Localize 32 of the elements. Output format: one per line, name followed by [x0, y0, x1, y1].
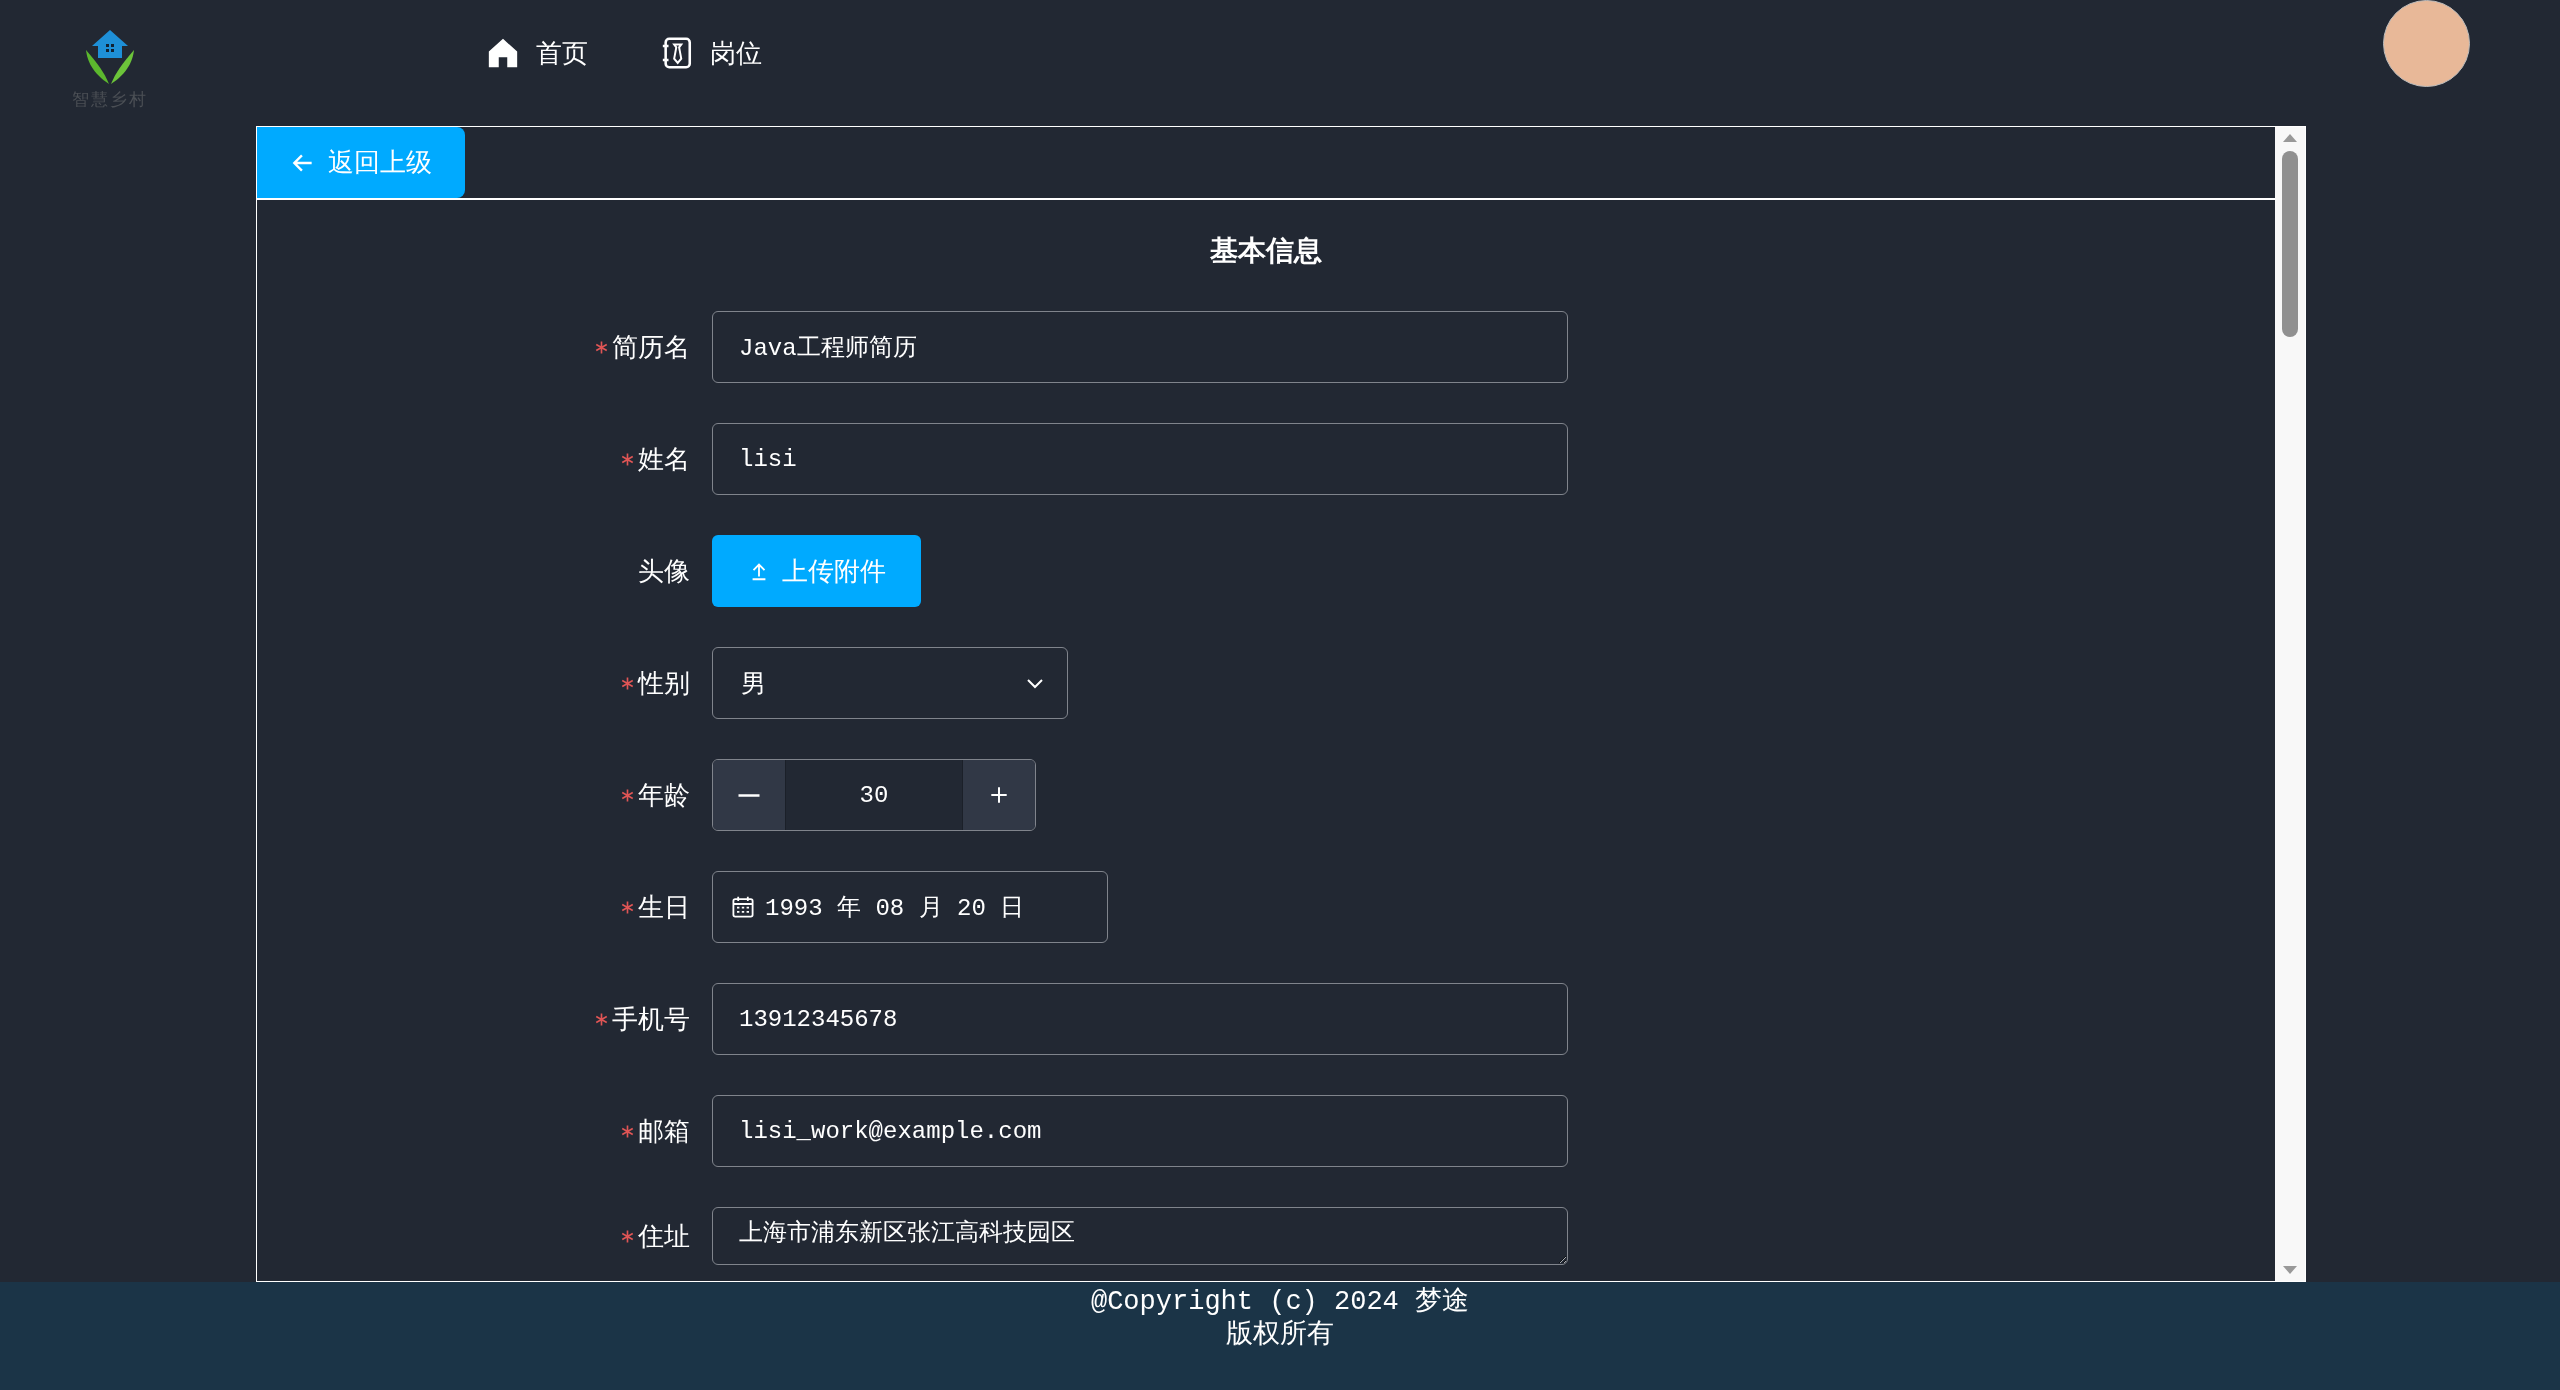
field-label: 简历名 — [612, 331, 690, 364]
field-label: 性别 — [638, 667, 690, 700]
plus-icon — [988, 784, 1010, 806]
nav-link[interactable]: 岗位 — [660, 35, 762, 71]
field-label: 年龄 — [638, 779, 690, 812]
input-field[interactable]: 13912345678 — [712, 983, 1568, 1055]
field-label: 头像 — [638, 555, 690, 588]
scroll-thumb[interactable] — [2282, 151, 2298, 337]
section-title: 基本信息 — [1209, 234, 1323, 268]
scrollbar[interactable] — [2275, 127, 2305, 1281]
scroll-up-icon[interactable] — [2282, 133, 2298, 143]
input-field[interactable]: Java工程师简历 — [712, 311, 1568, 383]
date-field[interactable]: 1993 年 08 月 20 日 — [712, 871, 1108, 943]
date-value: 1993 年 08 月 20 日 — [765, 894, 1025, 923]
number-stepper[interactable]: 30 — [712, 759, 1036, 831]
copyright-text: @Copyright (c) 2024 梦途 — [1090, 1286, 1470, 1319]
field-label: 姓名 — [638, 443, 690, 476]
select-value: 男 — [741, 668, 766, 699]
calendar-icon — [731, 895, 755, 919]
scroll-down-icon[interactable] — [2282, 1265, 2298, 1275]
field-label: 生日 — [638, 891, 690, 924]
minus-icon — [738, 793, 760, 797]
text-area[interactable]: 上海市浦东新区张江高科技园区 — [712, 1207, 1568, 1265]
id-badge-icon — [660, 35, 694, 71]
input-field[interactable]: lisi_work@example.com — [712, 1095, 1568, 1167]
nav-link[interactable]: 首页 — [486, 35, 588, 71]
field-label: 住址 — [638, 1220, 690, 1253]
input-field[interactable]: lisi — [712, 423, 1568, 495]
field-label: 邮箱 — [638, 1115, 690, 1148]
copyright-text: 版权所有 — [1226, 1319, 1334, 1352]
field-label: 手机号 — [612, 1003, 690, 1036]
select-dropdown[interactable]: 男 — [712, 647, 1068, 719]
